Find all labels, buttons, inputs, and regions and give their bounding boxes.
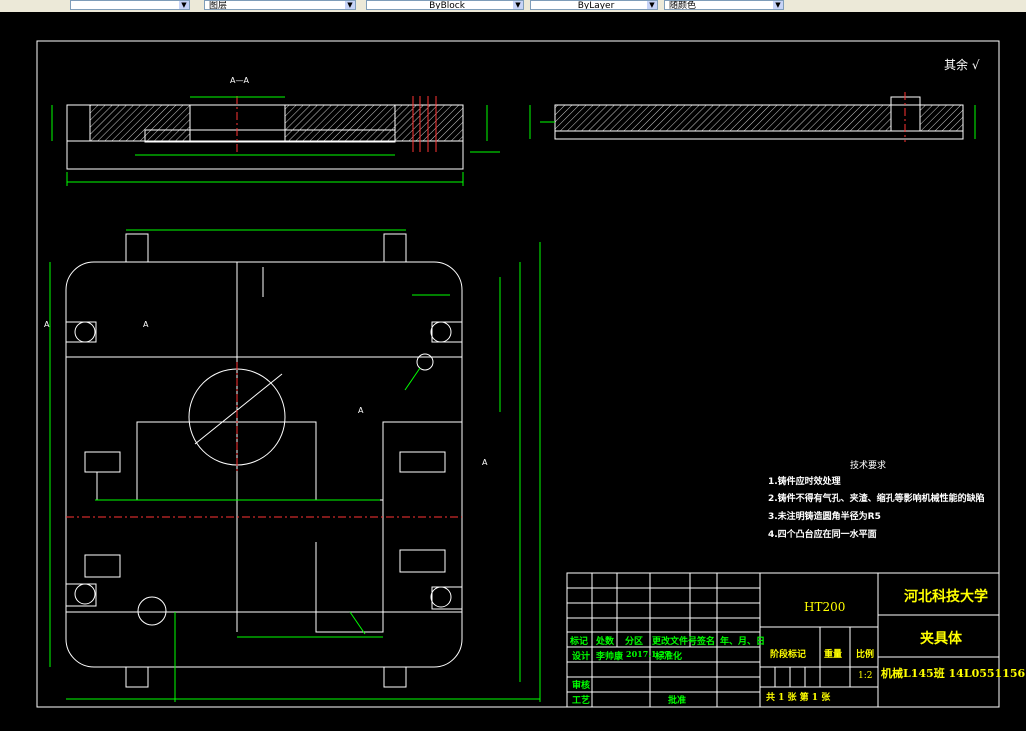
surface-finish-icon: √ — [971, 58, 980, 72]
lineweight-value: ByLayer — [577, 1, 615, 10]
chevron-down-icon: ▼ — [513, 1, 523, 9]
stage-label: 阶段标记 — [770, 650, 807, 660]
university-name: 河北科技大学 — [904, 589, 988, 605]
plotstyle-combo[interactable]: 随颜色 ▼ — [664, 0, 784, 10]
plan-view — [49, 229, 541, 702]
header-signature: 签名 — [697, 637, 716, 647]
layer-state-combo[interactable]: ▼ — [70, 0, 190, 10]
cad-drawing — [36, 40, 1000, 708]
sheet-count: 共 1 张 第 1 张 — [766, 693, 831, 703]
section-marker-left: A — [44, 320, 50, 329]
tech-requirements-title: 技术要求 — [850, 461, 887, 471]
section-marker-center: A — [358, 406, 364, 415]
header-count: 处数 — [596, 637, 615, 647]
scale-label: 比例 — [856, 650, 875, 660]
tech-requirement-2: 2.铸件不得有气孔、夹渣、缩孔等影响机械性能的缺陷 — [768, 494, 985, 504]
section-label: A—A — [230, 76, 249, 85]
header-mark: 标记 — [570, 637, 589, 647]
header-zone: 分区 — [625, 637, 644, 647]
material-value: HT200 — [804, 600, 846, 614]
lineweight-combo[interactable]: ByLayer ▼ — [530, 0, 658, 10]
part-name: 夹具体 — [920, 631, 962, 647]
layer-value: 图层 — [209, 1, 228, 10]
linetype-combo[interactable]: ByBlock ▼ — [366, 0, 524, 10]
side-view — [529, 92, 976, 142]
design-label: 设计 — [572, 652, 591, 662]
weight-label: 重量 — [824, 650, 843, 660]
process-label: 工艺 — [572, 696, 591, 706]
chevron-down-icon: ▼ — [345, 1, 355, 9]
tech-requirement-4: 4.四个凸台应在同一水平面 — [768, 530, 877, 540]
chevron-down-icon: ▼ — [179, 1, 189, 9]
header-date: 年、月、日 — [720, 637, 766, 647]
section-marker-right: A — [482, 458, 488, 467]
designer-name: 李帅康 — [596, 652, 624, 662]
header-change-doc: 更改文件号 — [652, 637, 698, 647]
class-id: 机械L145班 14L0551156 — [881, 667, 1026, 680]
linetype-value: ByBlock — [429, 1, 465, 10]
surface-finish-text: 其余 — [944, 58, 969, 72]
section-view — [51, 96, 500, 186]
standard-label: 标准化 — [655, 652, 683, 662]
surface-finish-note: 其余 √ — [944, 56, 980, 73]
chevron-down-icon: ▼ — [773, 1, 783, 9]
tech-requirement-3: 3.未注明铸造圆角半径为R5 — [768, 512, 881, 522]
scale-value: 1:2 — [858, 671, 873, 681]
approve-label: 批准 — [668, 696, 687, 706]
tech-requirement-1: 1.铸件应时效处理 — [768, 477, 841, 487]
review-label: 审核 — [572, 681, 591, 691]
section-marker-mid: A — [143, 320, 149, 329]
plotstyle-value: 随颜色 — [669, 1, 697, 10]
drawing-canvas[interactable]: A—A 其余 √ A A A A 技术要求 1.铸件应时效处理 2.铸件不得有气… — [0, 12, 1026, 731]
layer-combo[interactable]: 图层 ▼ — [204, 0, 356, 10]
chevron-down-icon: ▼ — [647, 1, 657, 9]
